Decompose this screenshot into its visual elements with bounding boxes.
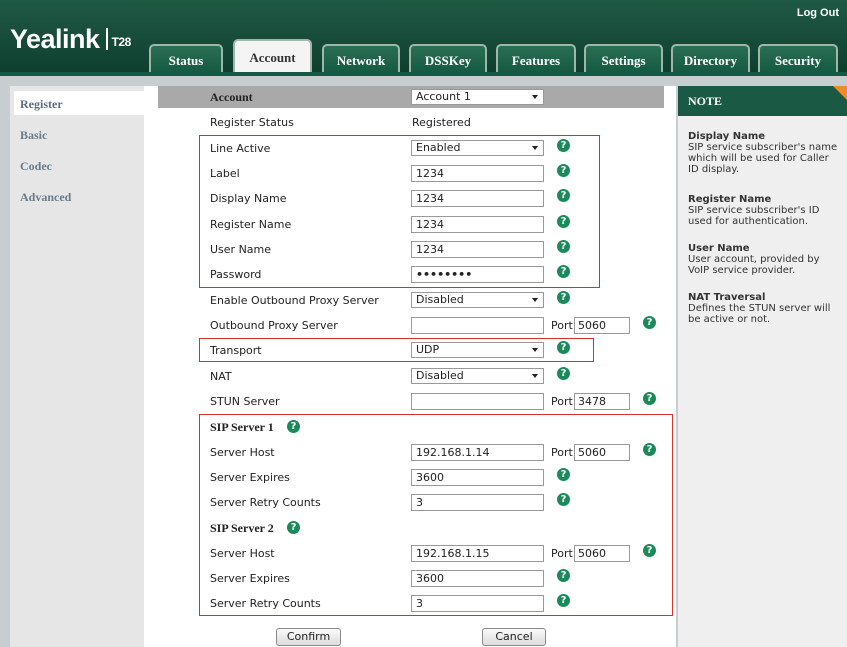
stun-label: STUN Server [210,395,280,408]
account-select-value: Account 1 [416,90,471,103]
register-status-value: Registered [412,116,471,129]
sidebar-item-register[interactable]: Register [20,97,63,112]
sidebar-item-basic[interactable]: Basic [20,128,47,143]
chevron-down-icon [532,298,538,302]
yealink-logo: Yealink T28 [10,24,131,55]
sidebar-item-advanced[interactable]: Advanced [20,190,71,205]
note-entry-user-name: User Name User account, provided by VoIP … [688,243,840,276]
sidebar-item-codec[interactable]: Codec [20,159,52,174]
header-underline [0,72,847,76]
cancel-button[interactable]: Cancel [482,628,546,646]
tab-features[interactable]: Features [496,44,576,72]
stun-port-label: Port [551,395,573,408]
chevron-down-icon [532,374,538,378]
outbound-enable-label: Enable Outbound Proxy Server [210,294,379,307]
outbound-enable-value: Disabled [416,293,464,306]
help-icon[interactable]: ? [557,291,570,304]
account-label: Account [210,90,253,104]
stun-input[interactable] [411,393,544,410]
highlight-box-account-fields [199,135,600,288]
register-status-label: Register Status [210,116,294,129]
tab-account[interactable]: Account [233,39,312,74]
note-heading: Register Name [688,194,772,205]
outbound-server-label: Outbound Proxy Server [210,319,338,332]
note-entry-nat-traversal: NAT Traversal Defines the STUN server wil… [688,292,840,325]
account-select[interactable]: Account 1 [411,89,544,105]
note-text: SIP service subscriber's name which will… [688,142,838,175]
note-heading: User Name [688,243,750,254]
note-text: User account, provided by VoIP service p… [688,254,820,276]
help-icon[interactable]: ? [643,316,656,329]
outbound-enable-select[interactable]: Disabled [411,292,544,308]
logout-link[interactable]: Log Out [797,7,839,19]
help-icon[interactable]: ? [643,392,656,405]
nat-select[interactable]: Disabled [411,368,544,384]
tab-directory[interactable]: Directory [671,44,750,72]
logo-divider [105,28,108,50]
confirm-button[interactable]: Confirm [276,628,341,646]
note-title: NOTE [688,94,723,108]
note-corner-flag [833,86,847,100]
note-text: SIP service subscriber's ID used for aut… [688,205,820,227]
note-entry-register-name: Register Name SIP service subscriber's ID… [688,194,840,227]
tab-security[interactable]: Security [758,44,838,72]
outbound-port-input[interactable]: 5060 [574,317,630,334]
note-heading: Display Name [688,131,766,142]
stun-port-input[interactable]: 3478 [574,393,630,410]
help-icon[interactable]: ? [557,367,570,380]
tab-settings[interactable]: Settings [584,44,663,72]
brand-name: Yealink [10,24,100,54]
highlight-box-sip-servers [199,414,673,616]
nat-value: Disabled [416,369,464,382]
note-header: NOTE [678,86,847,116]
note-text: Defines the STUN server will be active o… [688,303,831,325]
nat-label: NAT [210,370,232,383]
note-heading: NAT Traversal [688,292,766,303]
outbound-server-input[interactable] [411,317,544,334]
tab-status[interactable]: Status [149,44,223,72]
model-name: T28 [111,35,132,49]
outbound-port-label: Port [551,319,573,332]
tab-network[interactable]: Network [322,44,400,72]
chevron-down-icon [532,95,538,99]
tab-dsskey[interactable]: DSSKey [409,44,487,72]
note-entry-display-name: Display Name SIP service subscriber's nam… [688,131,840,175]
highlight-box-transport [199,338,594,362]
